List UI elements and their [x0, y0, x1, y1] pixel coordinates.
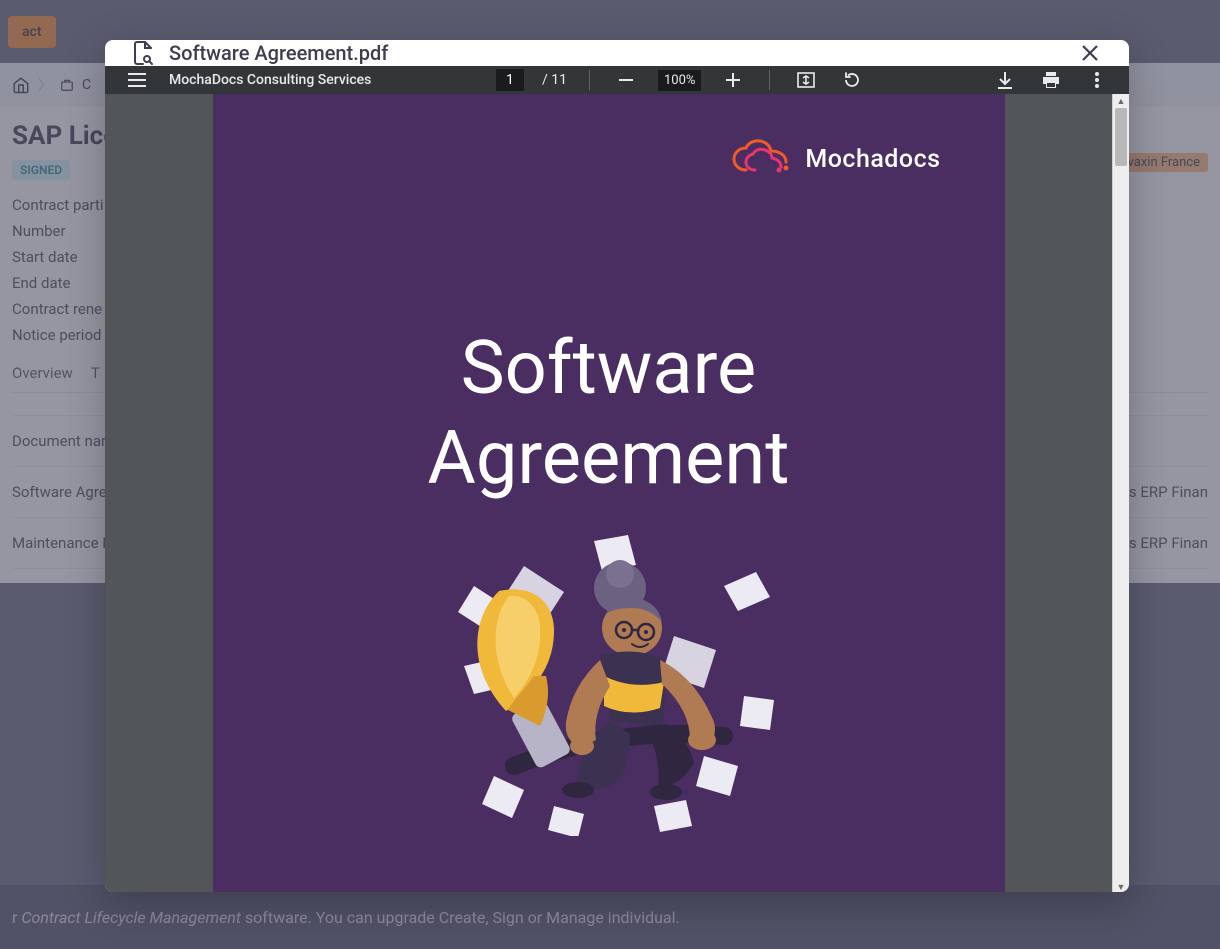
scroll-down-arrow[interactable]: ▼	[1113, 880, 1129, 892]
minus-icon	[619, 79, 633, 81]
zoom-level[interactable]: 100%	[658, 70, 701, 91]
pdf-scroll-area[interactable]: Mochadocs SoftwareAgreement	[105, 94, 1112, 892]
scrollbar[interactable]: ▲ ▼	[1112, 94, 1129, 892]
pdf-toolbar: MochaDocs Consulting Services / 11 100%	[105, 66, 1129, 94]
modal-header: Software Agreement.pdf	[105, 40, 1129, 66]
rotate-button[interactable]	[838, 66, 866, 94]
file-search-icon	[131, 40, 155, 66]
print-button[interactable]	[1037, 66, 1065, 94]
toolbar-divider	[589, 70, 590, 90]
pdf-preview-modal: Software Agreement.pdf MochaDocs Consult…	[105, 40, 1129, 892]
brand-logo: Mochadocs	[731, 138, 940, 180]
document-title: SoftwareAgreement	[213, 324, 1005, 505]
pdf-viewport: Mochadocs SoftwareAgreement	[105, 94, 1129, 892]
menu-button[interactable]	[123, 66, 151, 94]
fit-page-icon	[797, 72, 815, 88]
plus-icon	[726, 73, 740, 87]
page-separator: / 11	[542, 72, 567, 88]
scrollbar-thumb[interactable]	[1115, 108, 1127, 166]
rotate-icon	[843, 71, 861, 89]
more-button[interactable]	[1083, 66, 1111, 94]
download-icon	[997, 71, 1013, 89]
download-button[interactable]	[991, 66, 1019, 94]
close-button[interactable]	[1077, 40, 1103, 66]
zoom-out-button[interactable]	[612, 66, 640, 94]
pdf-doc-name: MochaDocs Consulting Services	[169, 72, 371, 88]
close-icon	[1081, 44, 1099, 62]
page-number-input[interactable]	[496, 69, 524, 91]
scroll-up-arrow[interactable]: ▲	[1113, 94, 1129, 108]
zoom-in-button[interactable]	[719, 66, 747, 94]
cloud-logo-icon	[731, 138, 793, 180]
cover-illustration	[414, 526, 804, 836]
fit-page-button[interactable]	[792, 66, 820, 94]
hamburger-icon	[128, 73, 146, 87]
toolbar-divider	[769, 70, 770, 90]
brand-name: Mochadocs	[805, 145, 940, 174]
pdf-page: Mochadocs SoftwareAgreement	[213, 94, 1005, 892]
print-icon	[1042, 71, 1060, 89]
modal-title: Software Agreement.pdf	[169, 41, 388, 65]
more-vert-icon	[1095, 72, 1099, 88]
